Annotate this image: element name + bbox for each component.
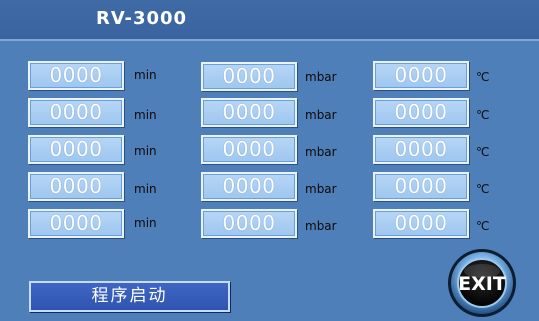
time-field-5[interactable]: 0000 xyxy=(28,209,124,238)
time-unit-2: min xyxy=(134,108,157,122)
pressure-field-4[interactable]: 0000 xyxy=(201,172,297,201)
temp-unit-2: ℃ xyxy=(476,108,490,122)
pressure-field-3[interactable]: 0000 xyxy=(201,135,297,164)
time-unit-5: min xyxy=(134,216,157,230)
pressure-unit-4: mbar xyxy=(305,182,337,196)
temp-field-2[interactable]: 0000 xyxy=(373,98,469,127)
hmi-screen: RV-3000 0000 min 0000 mbar 0000 ℃ 0000 m… xyxy=(0,0,539,321)
pressure-field-5[interactable]: 0000 xyxy=(201,209,297,238)
time-unit-4: min xyxy=(134,182,157,196)
exit-button[interactable]: EXIT xyxy=(446,247,518,319)
time-field-2[interactable]: 0000 xyxy=(28,98,124,127)
temp-unit-4: ℃ xyxy=(476,182,490,196)
time-unit-3: min xyxy=(134,144,157,158)
temp-field-4[interactable]: 0000 xyxy=(373,172,469,201)
title-divider xyxy=(0,40,539,41)
page-title: RV-3000 xyxy=(96,8,188,29)
pressure-unit-5: mbar xyxy=(305,219,337,233)
exit-label: EXIT xyxy=(458,273,506,295)
time-field-3[interactable]: 0000 xyxy=(28,135,124,164)
pressure-field-2[interactable]: 0000 xyxy=(201,98,297,127)
pressure-unit-3: mbar xyxy=(305,145,337,159)
pressure-unit-2: mbar xyxy=(305,108,337,122)
temp-field-5[interactable]: 0000 xyxy=(373,209,469,238)
temp-field-3[interactable]: 0000 xyxy=(373,135,469,164)
temp-unit-1: ℃ xyxy=(476,70,490,84)
exit-circle-icon: EXIT xyxy=(448,249,516,317)
pressure-unit-1: mbar xyxy=(305,70,337,84)
temp-unit-5: ℃ xyxy=(476,219,490,233)
temp-field-1[interactable]: 0000 xyxy=(373,61,469,90)
pressure-field-1[interactable]: 0000 xyxy=(201,62,297,91)
time-unit-1: min xyxy=(134,68,157,82)
time-field-1[interactable]: 0000 xyxy=(28,61,124,90)
program-start-button[interactable]: 程序启动 xyxy=(29,281,230,312)
temp-unit-3: ℃ xyxy=(476,145,490,159)
time-field-4[interactable]: 0000 xyxy=(28,172,124,201)
title-bar: RV-3000 xyxy=(0,0,539,41)
